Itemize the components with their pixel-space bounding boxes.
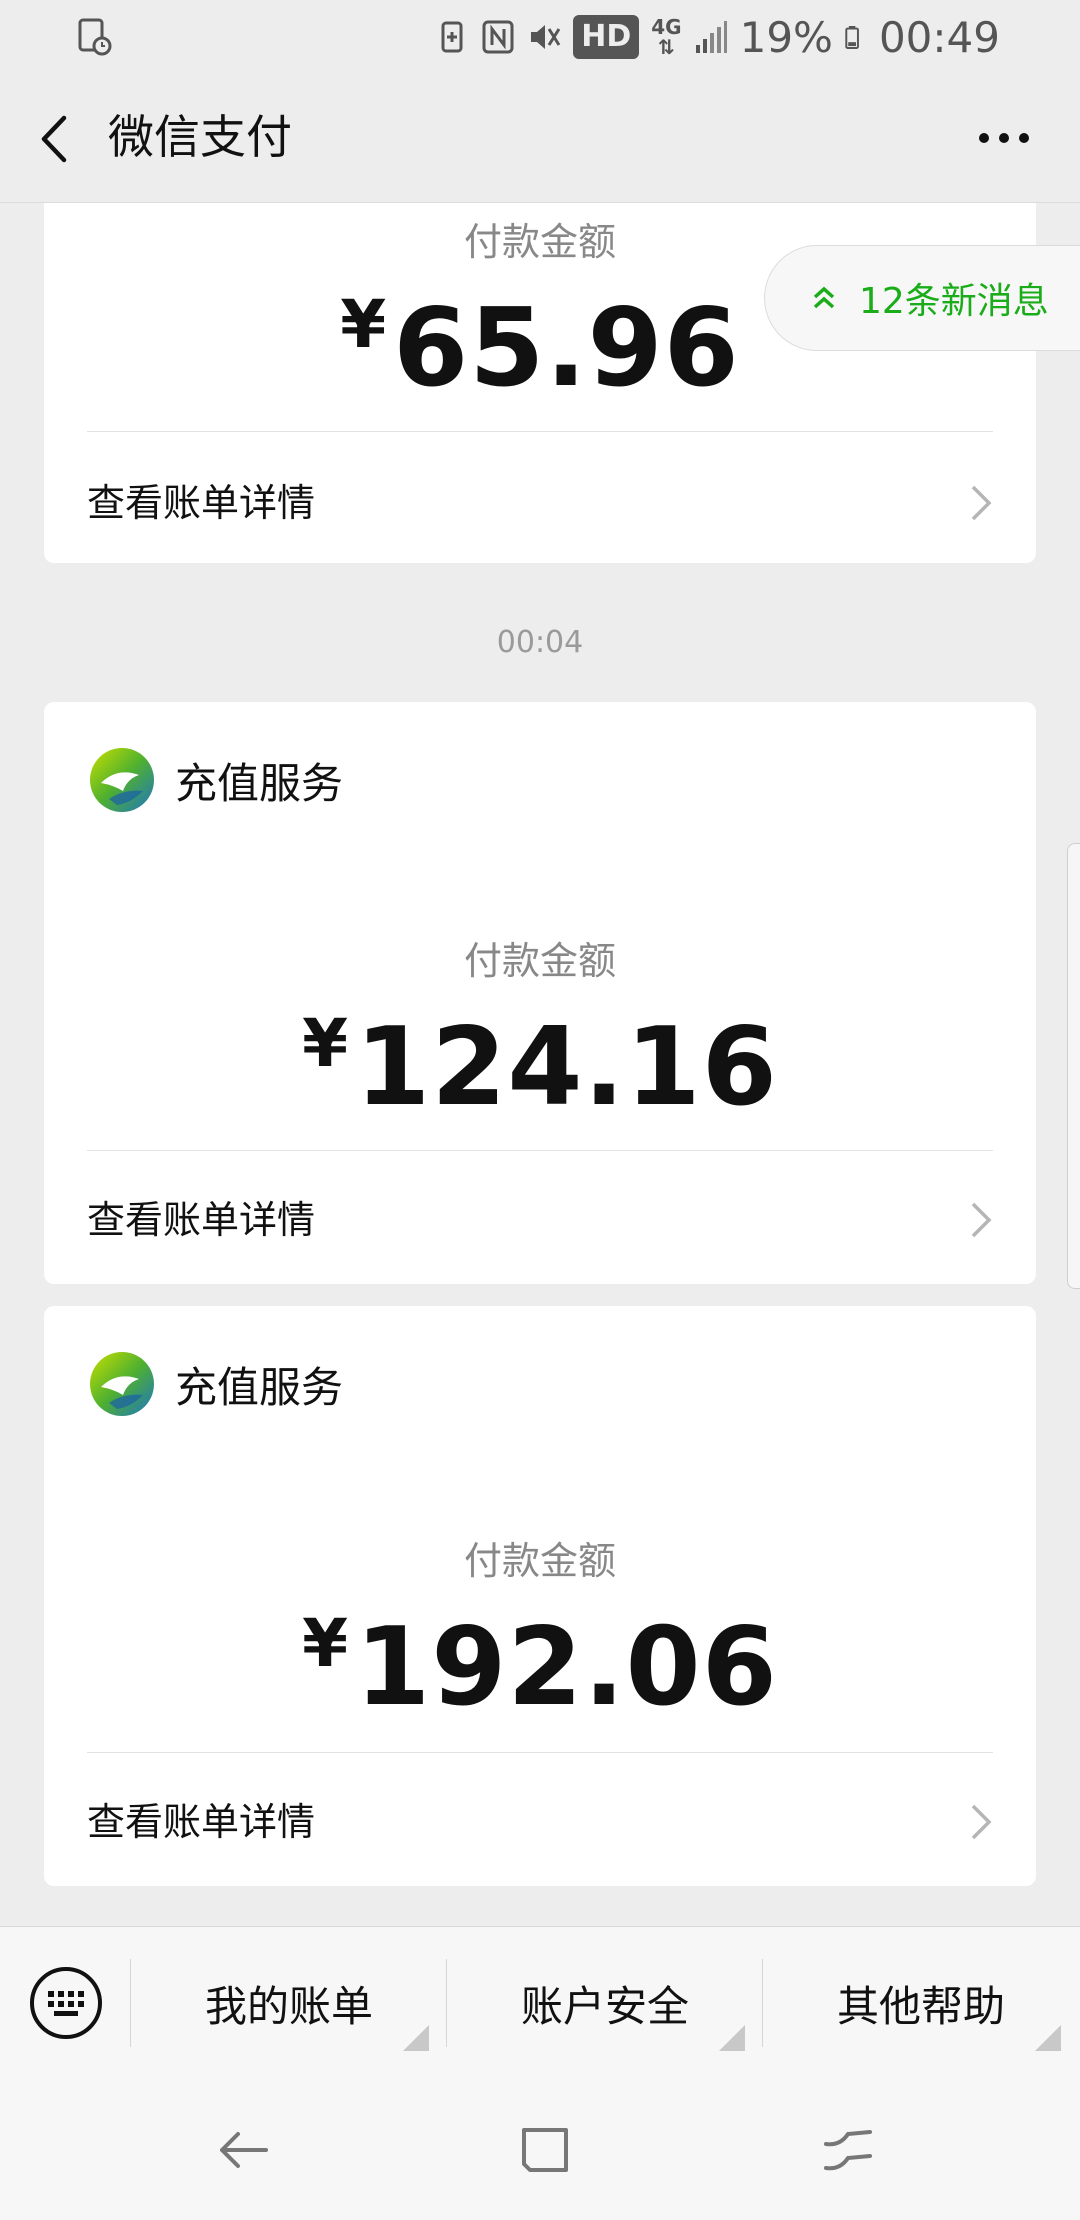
detail-link-text: 查看账单详情	[87, 1198, 316, 1242]
edge-panel-handle[interactable]	[1067, 843, 1080, 1289]
message-list[interactable]: 付款金额 ¥65.96 查看账单详情 00:04 充值服务 付款金额 ¥124.…	[0, 203, 1080, 1926]
merchant-logo-icon	[90, 748, 154, 812]
currency-symbol: ¥	[340, 286, 388, 363]
menu-item-label: 其他帮助	[836, 1981, 1005, 2031]
merchant-row: 充值服务	[87, 740, 343, 820]
new-messages-button[interactable]: 12条新消息	[764, 245, 1080, 351]
data-arrows-icon: ⇅	[658, 35, 675, 59]
double-chevron-up-icon	[813, 286, 835, 309]
battery-percent: 19%	[739, 12, 833, 62]
screen-lock-icon	[78, 18, 112, 56]
chevron-right-icon	[971, 1804, 992, 1840]
more-options-icon[interactable]	[976, 130, 1032, 146]
back-arrow-icon[interactable]	[34, 112, 74, 166]
menu-item-my-bills[interactable]: 我的账单	[131, 1927, 447, 2079]
submenu-indicator-icon	[403, 2025, 429, 2051]
new-messages-label: 12条新消息	[859, 281, 1049, 322]
menu-item-label: 账户安全	[520, 1981, 689, 2031]
menu-item-other-help[interactable]: 其他帮助	[763, 1927, 1079, 2079]
merchant-logo-icon	[90, 1352, 154, 1416]
divider	[87, 1752, 993, 1753]
payment-card: 充值服务 付款金额 ¥124.16 查看账单详情	[44, 702, 1036, 1284]
nav-back-icon[interactable]	[214, 2120, 274, 2180]
mute-icon	[531, 25, 561, 49]
clock: 00:49	[878, 12, 1000, 62]
currency-symbol: ¥	[302, 1005, 350, 1082]
menu-item-account-security[interactable]: 账户安全	[447, 1927, 763, 2079]
nav-home-icon[interactable]	[516, 2120, 576, 2180]
submenu-indicator-icon	[1035, 2025, 1061, 2051]
menu-item-label: 我的账单	[204, 1981, 373, 2031]
page-title: 微信支付	[108, 110, 292, 164]
title-bar: 微信支付	[0, 74, 1080, 203]
amount-label: 付款金额	[463, 939, 616, 983]
merchant-row: 充值服务	[87, 1344, 343, 1424]
view-bill-details-link[interactable]: 查看账单详情	[87, 1160, 993, 1280]
chevron-right-icon	[971, 1202, 992, 1238]
keyboard-toggle-icon[interactable]	[28, 1965, 104, 2041]
payment-card: 充值服务 付款金额 ¥192.06 查看账单详情	[44, 1306, 1036, 1886]
merchant-name: 充值服务	[175, 758, 344, 808]
message-timestamp: 00:04	[496, 625, 584, 660]
payment-amount: ¥192.06	[302, 1605, 778, 1730]
battery-saver-icon	[441, 21, 463, 53]
battery-icon	[845, 26, 859, 49]
amount-label: 付款金额	[463, 1539, 616, 1583]
system-nav-bar	[0, 2078, 1080, 2220]
chevron-right-icon	[971, 485, 992, 521]
nav-recents-icon[interactable]	[818, 2120, 878, 2180]
detail-link-text: 查看账单详情	[87, 481, 316, 525]
currency-symbol: ¥	[302, 1605, 350, 1682]
service-menu-bar: 我的账单 账户安全 其他帮助	[0, 1926, 1080, 2079]
status-icons: HD 4G ⇅ 19% 00:49	[435, 12, 1000, 62]
view-bill-details-link[interactable]: 查看账单详情	[87, 1762, 993, 1882]
detail-link-text: 查看账单详情	[87, 1800, 316, 1844]
signal-icon	[695, 21, 727, 53]
network-type: 4G ⇅	[651, 15, 682, 59]
status-bar: HD 4G ⇅ 19% 00:49	[0, 0, 1080, 74]
divider	[87, 431, 993, 432]
hd-badge: HD	[573, 15, 640, 59]
payment-amount: ¥124.16	[302, 1005, 778, 1130]
nfc-icon	[482, 20, 514, 54]
submenu-indicator-icon	[719, 2025, 745, 2051]
divider	[87, 1150, 993, 1151]
merchant-name: 充值服务	[175, 1362, 344, 1412]
view-bill-details-link[interactable]: 查看账单详情	[87, 443, 993, 563]
